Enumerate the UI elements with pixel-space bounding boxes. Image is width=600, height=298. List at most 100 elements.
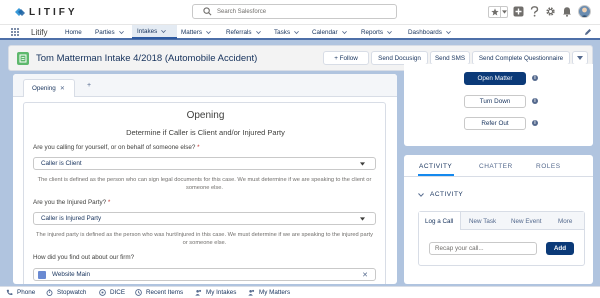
brand-logo[interactable]: LITIFY xyxy=(14,6,78,18)
injured-party-select[interactable]: Caller is Injured Party xyxy=(33,212,376,225)
nav-item-dashboards[interactable]: Dashboards xyxy=(408,25,451,39)
notifications-bell-icon xyxy=(562,7,571,17)
open-matter-button[interactable]: Open Matter xyxy=(464,72,526,85)
nav-item-calendar[interactable]: Calendar xyxy=(312,25,347,39)
chevron-down-icon[interactable] xyxy=(161,29,167,34)
setup-button[interactable] xyxy=(545,6,556,17)
activity-section-header[interactable]: ACTIVITY xyxy=(418,191,463,198)
help-button[interactable] xyxy=(529,6,540,17)
setup-gear-icon xyxy=(546,7,555,16)
questionnaire-form: Opening Determine if Caller is Client an… xyxy=(23,102,386,284)
nav-item-label: Reports xyxy=(361,28,384,36)
tab-new-event[interactable]: New Event xyxy=(511,212,541,230)
tab-opening[interactable]: Opening ✕ xyxy=(23,79,75,97)
nav-item-label: Parties xyxy=(95,28,115,36)
add-tab-button[interactable]: + xyxy=(87,82,91,89)
activity-panel: ACTIVITY CHATTER ROLES ACTIVITY Log a Ca… xyxy=(404,155,593,284)
recap-call-input[interactable]: Recap your call... xyxy=(429,242,537,255)
nav-item-tasks[interactable]: Tasks xyxy=(274,25,299,39)
utility-label: My Intakes xyxy=(206,289,237,296)
stopwatch-icon xyxy=(46,289,53,296)
tab-label: Opening xyxy=(32,85,56,92)
record-actions-panel: Open Matter i Turn Down i Refer Out i xyxy=(404,64,593,146)
tab-more[interactable]: More xyxy=(558,212,572,230)
tab-roles[interactable]: ROLES xyxy=(536,163,561,170)
nav-item-label: Intakes xyxy=(137,27,158,35)
form-subtitle: Determine if Caller is Client and/or Inj… xyxy=(126,128,285,137)
nav-item-intakes[interactable]: Intakes xyxy=(132,25,177,39)
utility-item-stopwatch[interactable]: Stopwatch xyxy=(46,289,86,296)
tab-new-task[interactable]: New Task xyxy=(469,212,496,230)
utility-item-my-intakes[interactable]: My Intakes xyxy=(195,289,236,296)
tab-activity[interactable]: ACTIVITY xyxy=(419,163,452,170)
referral-source-lookup[interactable]: Website Main ✕ xyxy=(33,268,376,281)
nav-item-referrals[interactable]: Referrals xyxy=(226,25,261,39)
question-text: Are you the Injured Party? xyxy=(33,199,107,206)
user-avatar[interactable] xyxy=(578,5,591,18)
nav-item-reports[interactable]: Reports xyxy=(361,25,392,39)
tab-chatter[interactable]: CHATTER xyxy=(479,163,513,170)
favorites-button[interactable] xyxy=(489,7,500,17)
chevron-down-icon[interactable] xyxy=(118,30,124,35)
utility-label: Phone xyxy=(17,289,36,296)
tab-label: Log a Call xyxy=(425,217,454,225)
refer-out-button[interactable]: Refer Out xyxy=(464,117,526,130)
nav-item-label: Calendar xyxy=(312,28,338,36)
global-header: LITIFY Search Salesforce xyxy=(0,0,600,24)
send-docusign-button[interactable]: Send Docusign xyxy=(371,51,428,65)
global-actions-button[interactable] xyxy=(513,6,524,17)
send-sms-button[interactable]: Send SMS xyxy=(430,51,470,65)
chevron-down-icon[interactable] xyxy=(341,30,347,35)
chevron-down-icon[interactable] xyxy=(206,30,211,35)
activity-tabs: ACTIVITY CHATTER ROLES xyxy=(404,155,593,177)
chevron-down-icon[interactable] xyxy=(387,30,392,35)
search-icon xyxy=(203,7,212,16)
favorites-list-button[interactable] xyxy=(500,6,507,17)
chevron-down-icon[interactable] xyxy=(294,30,299,35)
utility-item-my-matters[interactable]: My Matters xyxy=(248,289,290,296)
info-icon[interactable]: i xyxy=(532,98,538,104)
select-value: Caller is Client xyxy=(41,160,82,167)
chevron-down-icon[interactable] xyxy=(446,30,451,35)
tab-label: More xyxy=(558,217,573,225)
close-icon[interactable]: ✕ xyxy=(362,271,368,279)
activity-composer: Log a Call New Task New Event More Recap… xyxy=(418,211,585,266)
info-icon[interactable]: i xyxy=(532,75,538,81)
add-button[interactable]: Add xyxy=(546,242,574,255)
utility-label: My Matters xyxy=(259,289,291,296)
record-title: Tom Matterman Intake 4/2018 (Automobile … xyxy=(36,53,258,64)
close-icon[interactable]: ✕ xyxy=(60,85,65,92)
edit-nav-pencil-icon[interactable] xyxy=(584,28,592,36)
nav-item-label: Home xyxy=(65,28,82,36)
global-search-input[interactable]: Search Salesforce xyxy=(192,4,397,19)
chevron-down-icon[interactable] xyxy=(255,30,261,35)
utility-item-recent-items[interactable]: Recent Items xyxy=(135,289,183,296)
utility-label: Stopwatch xyxy=(57,289,87,296)
notifications-button[interactable] xyxy=(561,6,572,17)
more-actions-button[interactable] xyxy=(572,51,588,65)
tab-label: New Task xyxy=(469,217,497,225)
nav-item-home[interactable]: Home xyxy=(65,25,82,39)
tab-label: New Event xyxy=(511,217,542,225)
nav-item-matters[interactable]: Matters xyxy=(181,25,211,39)
utility-item-phone[interactable]: Phone xyxy=(6,289,35,296)
chevron-down-icon xyxy=(418,192,424,197)
app-launcher-icon[interactable] xyxy=(11,28,20,37)
help-icon xyxy=(530,6,539,17)
follow-button[interactable]: + Follow xyxy=(323,51,369,65)
form-title: Opening xyxy=(186,110,225,121)
add-icon xyxy=(513,6,524,17)
info-icon[interactable]: i xyxy=(532,120,538,126)
lookup-value: Website Main xyxy=(52,271,91,278)
people-icon xyxy=(195,289,202,296)
utility-item-dice[interactable]: DICE xyxy=(99,289,125,296)
help-text-injured: The injured party is defined as the pers… xyxy=(36,232,373,246)
caller-type-select[interactable]: Caller is Client xyxy=(33,157,376,170)
tab-log-a-call[interactable]: Log a Call xyxy=(419,212,461,230)
nav-item-label: Tasks xyxy=(274,28,291,36)
turn-down-button[interactable]: Turn Down xyxy=(464,95,526,108)
send-complete-questionnaire-button[interactable]: Send Complete Questionnaire xyxy=(472,51,570,65)
utility-label: DICE xyxy=(110,289,126,296)
caret-down-icon xyxy=(360,162,365,166)
nav-item-parties[interactable]: Parties xyxy=(95,25,124,39)
